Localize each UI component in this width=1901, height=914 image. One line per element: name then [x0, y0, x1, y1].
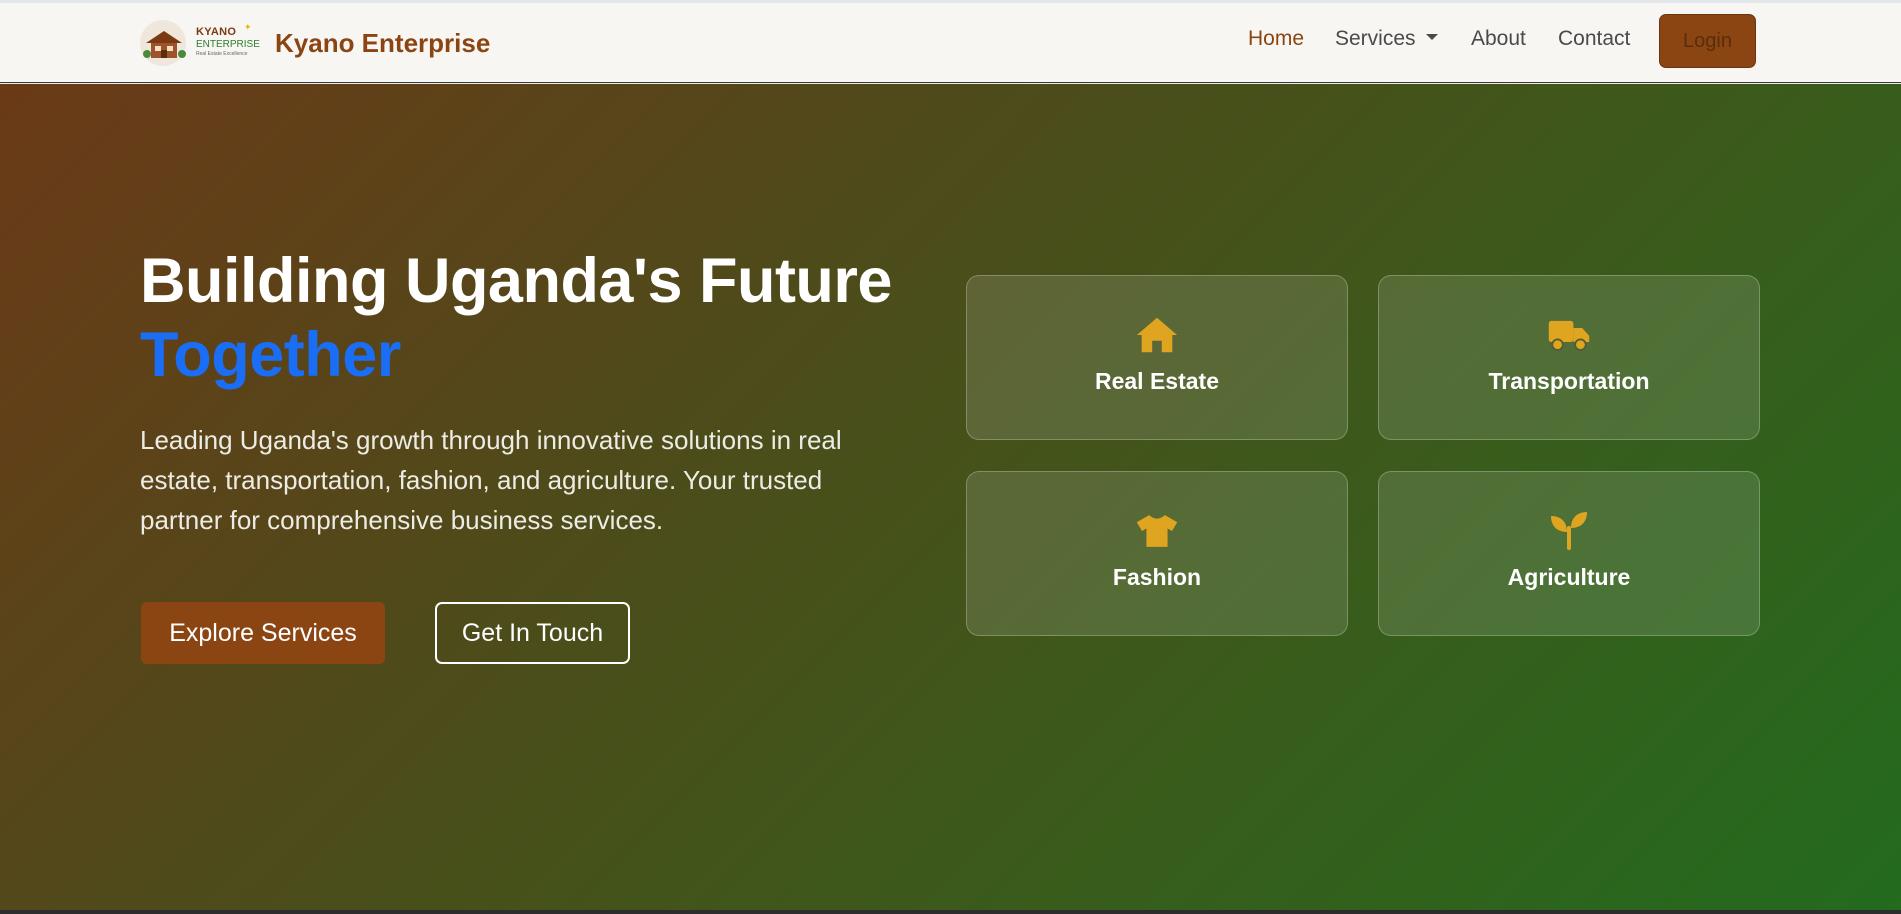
truck-icon [1547, 314, 1591, 356]
logo-text-enterprise: ENTERPRISE [196, 39, 260, 50]
service-label: Transportation [1488, 368, 1650, 394]
brand-logo: KYANO ENTERPRISE Real Estate Excellence … [140, 18, 260, 68]
logo-text-kyano: KYANO [196, 26, 237, 38]
brand-name[interactable]: Kyano Enterprise [275, 28, 490, 59]
shirt-icon [1135, 510, 1179, 552]
house-icon [1135, 314, 1179, 356]
window-bottom-border [0, 910, 1901, 914]
service-card-fashion[interactable]: Fashion [966, 471, 1348, 636]
sparkle-icon: ✦ [244, 22, 252, 32]
brand[interactable]: KYANO ENTERPRISE Real Estate Excellence … [140, 18, 490, 68]
hero-title-line1: Building Uganda's Future [140, 246, 892, 316]
navbar: KYANO ENTERPRISE Real Estate Excellence … [0, 3, 1901, 83]
service-card-transportation[interactable]: Transportation [1378, 275, 1760, 440]
nav-home[interactable]: Home [1248, 27, 1304, 51]
service-label: Agriculture [1507, 564, 1631, 590]
caret-down-icon [1425, 34, 1438, 41]
login-button[interactable]: Login [1659, 14, 1756, 68]
get-in-touch-button[interactable]: Get In Touch [435, 602, 630, 664]
nav-services-label: Services [1335, 27, 1416, 50]
logo-house-icon [143, 31, 186, 58]
service-card-agriculture[interactable]: Agriculture [1378, 471, 1760, 636]
service-card-real-estate[interactable]: Real Estate [966, 275, 1348, 440]
hero-title: Building Uganda's Future Together [140, 244, 892, 392]
nav-services-dropdown[interactable]: Services [1335, 27, 1438, 51]
nav-contact[interactable]: Contact [1558, 27, 1630, 51]
hero-description: Leading Uganda's growth through innovati… [140, 425, 842, 535]
hero-section: Building Uganda's Future Together Leadin… [0, 84, 1901, 914]
explore-services-button[interactable]: Explore Services [141, 602, 385, 664]
service-label: Real Estate [1094, 368, 1219, 394]
seedling-icon [1547, 510, 1591, 552]
hero-title-accent: Together [140, 320, 401, 390]
logo-tagline: Real Estate Excellence [196, 51, 248, 57]
nav-about[interactable]: About [1471, 27, 1526, 51]
service-label: Fashion [1112, 564, 1202, 590]
